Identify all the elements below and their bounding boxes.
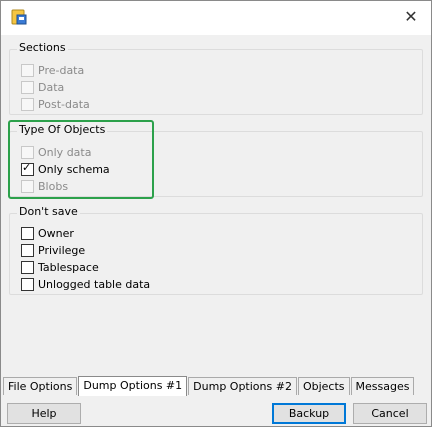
checkbox-tablespace[interactable]: Tablespace [21,259,99,275]
checkbox-box[interactable] [21,277,34,291]
checkbox-label: Tablespace [38,260,99,274]
checkbox-pre-data[interactable]: Pre-data [21,62,84,78]
checkbox-box[interactable] [21,243,34,257]
sections-title: Sections [17,41,68,54]
help-button[interactable]: Help [7,403,81,424]
title-bar: ✕ [1,1,431,35]
dont-save-title: Don't save [17,205,80,218]
tab-messages[interactable]: Messages [350,377,415,395]
checkbox-box[interactable] [21,226,34,240]
tab-file-options[interactable]: File Options [3,377,78,395]
checkbox-label: Pre-data [38,63,85,77]
checkbox-label: Owner [38,226,74,240]
checkbox-owner[interactable]: Owner [21,225,74,241]
type-of-objects-highlight [8,120,154,199]
tab-dump-options-2[interactable]: Dump Options #2 [188,377,297,395]
checkbox-privilege[interactable]: Privilege [21,242,85,258]
checkbox-box[interactable] [21,63,34,77]
tab-dump-options-1[interactable]: Dump Options #1 [78,376,188,396]
checkbox-box[interactable] [21,97,34,111]
checkbox-label: Unlogged table data [38,277,151,291]
tab-strip: File Options Dump Options #1 Dump Option… [3,376,415,397]
checkbox-unlogged-table-data[interactable]: Unlogged table data [21,276,150,292]
checkbox-label: Post-data [38,97,90,111]
button-bar: Help Backup Cancel [1,397,431,426]
checkbox-post-data[interactable]: Post-data [21,96,90,112]
cancel-button[interactable]: Cancel [353,403,427,424]
dialog-body: Sections Pre-data Data Post-data Type Of… [3,35,429,375]
backup-dialog: ✕ Sections Pre-data Data Post-data Type … [0,0,432,427]
close-icon[interactable]: ✕ [401,7,421,27]
checkbox-box[interactable] [21,260,34,274]
backup-button[interactable]: Backup [272,403,346,424]
checkbox-label: Privilege [38,243,86,257]
database-backup-icon [11,9,27,25]
checkbox-label: Data [38,80,65,94]
checkbox-data[interactable]: Data [21,79,64,95]
checkbox-box[interactable] [21,80,34,94]
tab-objects[interactable]: Objects [297,377,350,395]
